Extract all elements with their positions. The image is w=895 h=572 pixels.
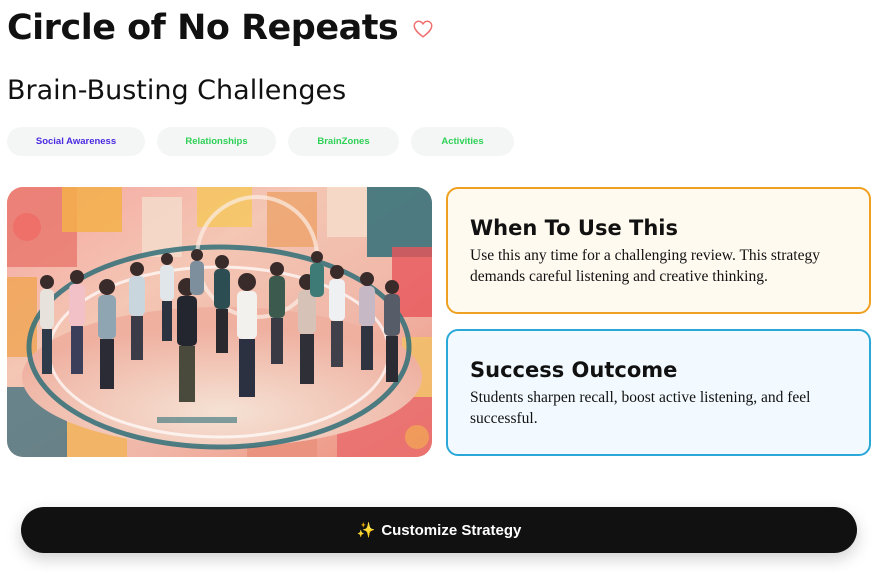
- when-to-use-heading: When To Use This: [470, 216, 678, 240]
- tag-social-awareness[interactable]: Social Awareness: [7, 127, 145, 156]
- success-outcome-card: Success Outcome Students sharpen recall,…: [446, 329, 871, 456]
- page-subtitle: Brain-Busting Challenges: [7, 75, 347, 106]
- customize-strategy-label: Customize Strategy: [381, 521, 522, 539]
- strategy-page: Circle of No Repeats Brain-Busting Chall…: [0, 0, 895, 572]
- when-to-use-card: When To Use This Use this any time for a…: [446, 187, 871, 314]
- when-to-use-body: Use this any time for a challenging revi…: [470, 247, 820, 285]
- sparkles-icon: ✨: [356, 522, 376, 539]
- tag-activities[interactable]: Activities: [411, 127, 514, 156]
- page-title: Circle of No Repeats: [7, 8, 399, 48]
- success-outcome-body: Students sharpen recall, boost active li…: [470, 389, 811, 427]
- title-row: Circle of No Repeats: [7, 4, 434, 52]
- tag-list: Social Awareness Relationships BrainZone…: [7, 127, 514, 156]
- tag-brainzones[interactable]: BrainZones: [288, 127, 399, 156]
- customize-strategy-button[interactable]: ✨ Customize Strategy: [21, 507, 857, 553]
- tag-relationships[interactable]: Relationships: [157, 127, 276, 156]
- heart-icon[interactable]: [412, 18, 434, 40]
- success-outcome-heading: Success Outcome: [470, 358, 678, 382]
- strategy-illustration: [7, 187, 432, 457]
